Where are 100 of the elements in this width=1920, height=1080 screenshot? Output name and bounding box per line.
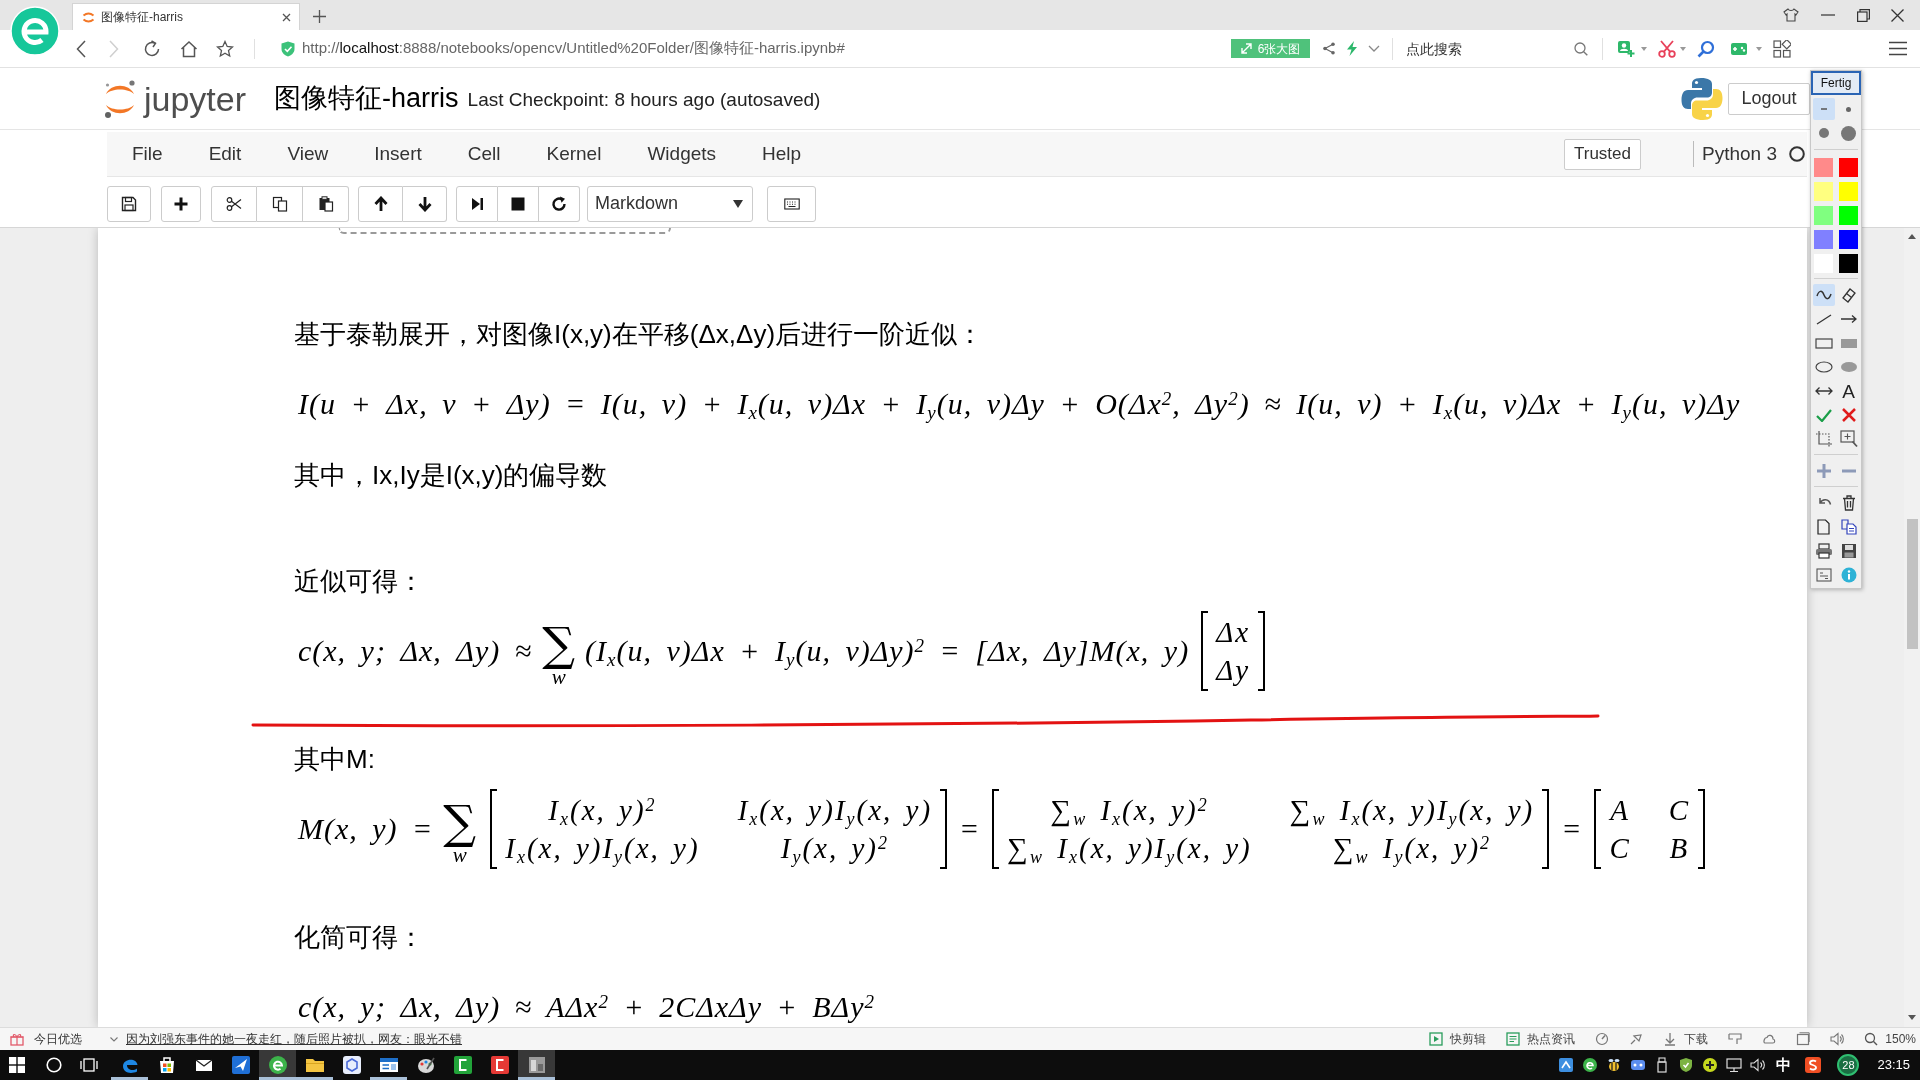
line-icon[interactable] [1815, 313, 1832, 325]
menu-icon[interactable] [1889, 41, 1907, 56]
refresh-icon[interactable] [143, 39, 161, 58]
menu-item[interactable]: File [109, 132, 186, 176]
color-swatch[interactable] [1839, 253, 1858, 273]
search-field[interactable]: 点此搜索 [1406, 37, 1566, 60]
plus-circle-icon[interactable] [1702, 1057, 1719, 1073]
close-icon[interactable] [1891, 8, 1904, 22]
menu-item[interactable]: Widgets [624, 132, 740, 176]
ellipse-icon[interactable] [1814, 361, 1833, 373]
home-icon[interactable] [180, 39, 198, 58]
menu-item[interactable]: Kernel [523, 132, 625, 176]
taskbar-button[interactable] [518, 1050, 555, 1080]
double-arrow-icon[interactable] [1814, 387, 1833, 395]
restore-icon[interactable] [1857, 8, 1870, 22]
color-swatch[interactable] [1814, 181, 1833, 201]
user-add-icon[interactable] [1617, 39, 1635, 58]
stop-button[interactable] [498, 185, 539, 222]
status-bar-button[interactable]: 热点资讯 [1506, 1030, 1576, 1048]
scroll-up-icon[interactable] [1908, 234, 1916, 239]
count-badge[interactable]: 28 [1837, 1054, 1860, 1076]
clock[interactable]: 23:15 [1877, 1055, 1910, 1075]
color-swatch[interactable] [1814, 229, 1833, 249]
search-icon[interactable] [46, 1057, 62, 1073]
insert-cell-button[interactable] [161, 185, 201, 222]
color-swatch[interactable] [1839, 181, 1858, 201]
done-button[interactable]: Fertig [1811, 71, 1861, 95]
new-page-icon[interactable] [1817, 519, 1830, 535]
caret-icon[interactable] [1756, 46, 1762, 51]
menu-item[interactable]: Cell [444, 132, 524, 176]
cloud-icon[interactable] [1762, 1032, 1777, 1046]
copy-icon[interactable] [1840, 519, 1857, 535]
circle-logo-icon[interactable] [1582, 1057, 1599, 1073]
new-tab-icon[interactable] [313, 10, 326, 23]
screen-icon[interactable] [1815, 568, 1832, 582]
input-method-indicator[interactable]: 中 [1776, 1053, 1792, 1077]
move-down-button[interactable] [403, 185, 447, 222]
trusted-button[interactable]: Trusted [1564, 138, 1641, 170]
cut-button[interactable] [211, 185, 257, 222]
taskbar-button[interactable] [259, 1050, 296, 1080]
back-icon[interactable] [76, 39, 86, 58]
run-button[interactable] [456, 185, 498, 222]
scissors-icon[interactable] [1658, 39, 1676, 58]
restart-button[interactable] [539, 185, 580, 222]
color-swatch[interactable] [1839, 205, 1858, 225]
gauge-icon[interactable] [1595, 1032, 1610, 1046]
status-bar-button[interactable]: 下载 [1663, 1030, 1709, 1048]
speaker-icon[interactable] [1750, 1057, 1767, 1073]
task-view-icon[interactable] [80, 1058, 98, 1072]
paint-roller-icon[interactable] [1728, 1032, 1743, 1046]
logout-button[interactable]: Logout [1728, 82, 1810, 115]
color-swatch[interactable] [1839, 229, 1858, 249]
paste-button[interactable] [303, 185, 349, 222]
lightning-icon[interactable] [1346, 41, 1358, 56]
gift-icon[interactable] [10, 1032, 24, 1046]
color-swatch[interactable] [1839, 157, 1858, 177]
status-bar-button[interactable]: 150% [1864, 1030, 1916, 1048]
menu-item[interactable]: Edit [185, 132, 265, 176]
menu-item[interactable]: View [264, 132, 352, 176]
caret-icon[interactable] [1641, 46, 1647, 51]
text-tool-button[interactable]: A [1838, 380, 1859, 402]
check-icon[interactable] [1815, 408, 1832, 422]
copy-button[interactable] [257, 185, 303, 222]
caret-icon[interactable] [1680, 46, 1686, 51]
cell-type-dropdown[interactable]: Markdown [587, 185, 753, 222]
save-button[interactable] [107, 185, 151, 222]
large-dot-icon[interactable] [1841, 125, 1856, 141]
small-dot-icon[interactable] [1846, 106, 1851, 112]
color-swatch[interactable] [1814, 205, 1833, 225]
shirt-icon[interactable] [1783, 8, 1799, 22]
start-icon[interactable] [9, 1057, 25, 1073]
close-icon[interactable] [282, 12, 291, 22]
news-link[interactable]: 因为刘强东事件的她一夜走红，随后照片被扒，网友：眼光不错 [126, 1030, 462, 1048]
pen-icon[interactable] [1812, 284, 1835, 306]
tray-app-icon[interactable] [1558, 1057, 1575, 1073]
address-bar[interactable]: http://localhost:8888/notebooks/opencv/Untitled%20Folder/图像特征-harris.ipynb# [302, 37, 845, 60]
ime-logo-icon[interactable] [1805, 1057, 1822, 1073]
color-swatch[interactable] [1814, 157, 1833, 177]
zoom-rectangle-icon[interactable] [1839, 430, 1858, 448]
gamepad-icon[interactable] [1630, 1057, 1647, 1073]
magnifier-icon[interactable] [1697, 39, 1715, 58]
medium-dot-icon[interactable] [1818, 128, 1829, 138]
scrollbar-thumb[interactable] [1906, 519, 1918, 649]
printer-icon[interactable] [1814, 543, 1833, 559]
notebook-title[interactable]: 图像特征-harris [274, 78, 459, 119]
status-bar-button[interactable]: 快剪辑 [1429, 1030, 1487, 1048]
floppy-icon[interactable] [1840, 543, 1857, 559]
window-icon[interactable] [1796, 1032, 1811, 1046]
trash-icon[interactable] [1841, 495, 1856, 511]
eraser-icon[interactable] [1841, 287, 1856, 303]
share-icon[interactable] [1323, 42, 1335, 55]
browser-tab[interactable]: 图像特征-harris [72, 3, 300, 30]
diagonal-arrow-icon[interactable] [1629, 1032, 1644, 1046]
caret-icon[interactable] [1368, 45, 1380, 52]
chevron-down-icon[interactable] [110, 1036, 118, 1042]
cross-icon[interactable] [1841, 408, 1856, 422]
network-icon[interactable] [1726, 1057, 1743, 1073]
shield-icon[interactable] [1678, 1057, 1695, 1073]
menu-item[interactable]: Help [739, 132, 825, 176]
arrow-icon[interactable] [1840, 315, 1857, 323]
